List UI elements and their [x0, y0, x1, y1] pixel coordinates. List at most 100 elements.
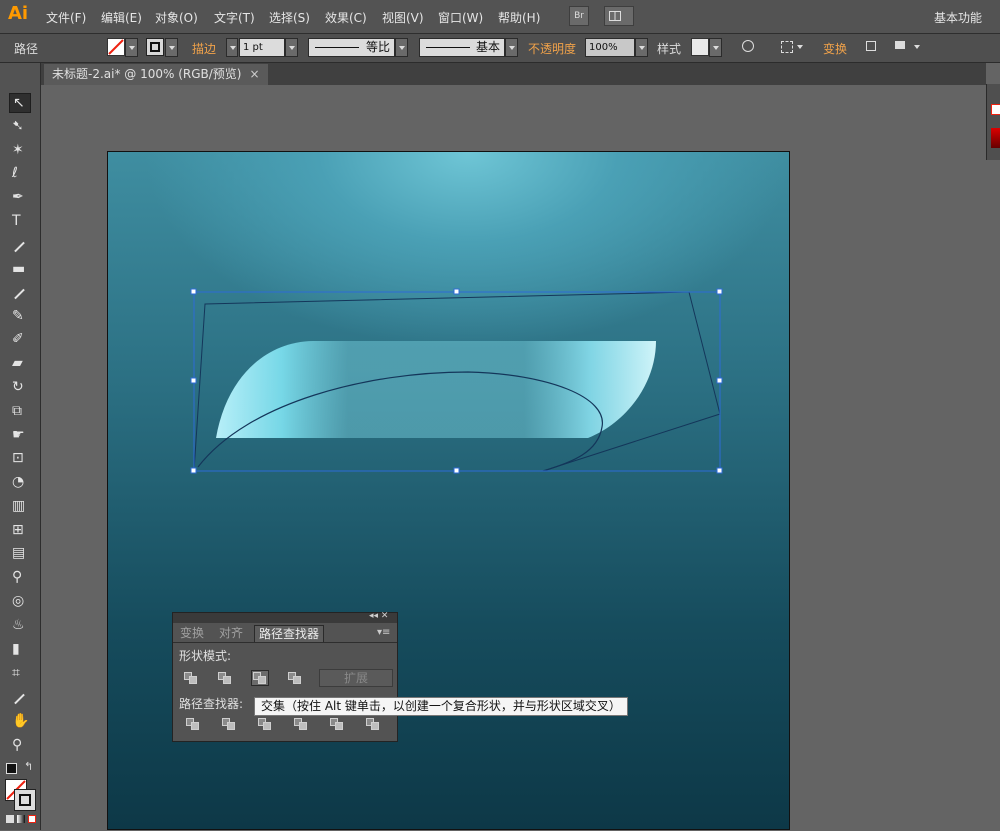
menu-edit[interactable]: 编辑(E): [101, 9, 142, 26]
stroke-weight-input[interactable]: 1 pt: [239, 38, 285, 57]
eraser-tool[interactable]: ▰: [9, 354, 31, 374]
warp-icon: ☛: [12, 427, 25, 443]
symbol-sprayer-tool[interactable]: ♨: [9, 616, 31, 636]
blend-tool[interactable]: ◎: [9, 592, 31, 612]
hand-icon: ✋: [12, 713, 30, 729]
recolor-artwork-icon[interactable]: [740, 38, 758, 56]
direct-selection-tool[interactable]: ➷: [9, 117, 31, 137]
stroke-swatch[interactable]: [146, 38, 164, 56]
slice-tool[interactable]: [9, 688, 31, 708]
trim-button[interactable]: [221, 717, 237, 731]
free-transform-tool[interactable]: ⊡: [9, 449, 31, 469]
crop-button[interactable]: [293, 717, 309, 731]
paintbrush-tool[interactable]: [9, 283, 31, 303]
close-tab-icon[interactable]: ×: [250, 67, 260, 81]
menu-effect[interactable]: 效果(C): [325, 9, 367, 26]
merge-button[interactable]: [257, 717, 273, 731]
opacity-input[interactable]: 100%: [585, 38, 635, 57]
pen-tool[interactable]: ✒: [9, 188, 31, 208]
stroke-color-box[interactable]: [14, 789, 36, 811]
bridge-button[interactable]: Br: [569, 6, 589, 26]
fill-swatch[interactable]: [107, 38, 125, 56]
variable-width-profile[interactable]: 等比: [308, 38, 395, 57]
exclude-button[interactable]: [287, 671, 303, 685]
menu-view[interactable]: 视图(V): [382, 9, 424, 26]
stroke-dropdown[interactable]: [165, 38, 178, 57]
swatch-panel-icon[interactable]: [991, 128, 1000, 148]
menu-object[interactable]: 对象(O): [155, 9, 198, 26]
transform-label[interactable]: 变换: [823, 40, 847, 57]
selection-tool[interactable]: ↖: [9, 93, 31, 113]
scale-tool[interactable]: ⧉: [9, 402, 31, 422]
unite-button[interactable]: [183, 671, 199, 685]
swap-colors-icon[interactable]: ↰: [24, 760, 33, 773]
panel-menu-icon[interactable]: ▾≡: [377, 625, 390, 641]
type-tool[interactable]: T: [9, 212, 31, 232]
tab-transform[interactable]: 变换: [180, 625, 204, 641]
opacity-label[interactable]: 不透明度: [528, 40, 576, 57]
zoom-tool[interactable]: ⚲: [9, 736, 31, 756]
workspace-switcher[interactable]: 基本功能: [934, 9, 982, 26]
control-panel-menu[interactable]: [911, 38, 924, 57]
menu-select[interactable]: 选择(S): [269, 9, 310, 26]
control-bar: 路径 描边 1 pt 等比 基本 不透明度 100% 样式 变换: [0, 34, 1000, 63]
mesh-tool[interactable]: ⊞: [9, 521, 31, 541]
graphic-style-swatch[interactable]: [691, 38, 709, 56]
eyedropper-tool[interactable]: ⚲: [9, 568, 31, 588]
align-options-dropdown[interactable]: [794, 38, 807, 57]
menu-type[interactable]: 文字(T): [214, 9, 255, 26]
profile-label: 等比: [365, 40, 390, 54]
gradient-tool[interactable]: ▤: [9, 544, 31, 564]
pencil-tool[interactable]: ✎: [9, 307, 31, 327]
blob-brush-tool[interactable]: ✐: [9, 330, 31, 350]
graphic-style-dropdown[interactable]: [709, 38, 722, 57]
intersect-button[interactable]: [251, 670, 269, 686]
default-colors-icon[interactable]: [6, 763, 17, 774]
outline-button[interactable]: [329, 717, 345, 731]
perspective-grid-tool[interactable]: ▥: [9, 497, 31, 517]
color-panel-icon[interactable]: [991, 104, 1000, 115]
column-graph-tool[interactable]: ▮: [9, 640, 31, 660]
lasso-tool[interactable]: ℓ: [9, 164, 31, 184]
tab-align[interactable]: 对齐: [219, 625, 243, 641]
capsule-shape[interactable]: [216, 341, 656, 438]
color-mode-icon[interactable]: [6, 815, 14, 823]
line-tool[interactable]: [9, 236, 31, 256]
warp-tool[interactable]: ☛: [9, 426, 31, 446]
options-flag-icon[interactable]: [893, 38, 911, 56]
isolate-icon[interactable]: [863, 38, 881, 56]
rotate-tool[interactable]: ↻: [9, 378, 31, 398]
arrange-documents-button[interactable]: [604, 6, 634, 26]
magic-wand-tool[interactable]: ✶: [9, 141, 31, 161]
stroke-label[interactable]: 描边: [192, 40, 216, 57]
stroke-weight-stepper[interactable]: [226, 38, 238, 57]
menu-file[interactable]: 文件(F): [46, 9, 86, 26]
brush-dropdown[interactable]: [505, 38, 518, 57]
stroke-weight-dropdown[interactable]: [285, 38, 298, 57]
tab-pathfinder[interactable]: 路径查找器: [254, 625, 325, 642]
divide-button[interactable]: [185, 717, 201, 731]
minus-front-button[interactable]: [217, 671, 233, 685]
minus-back-button[interactable]: [365, 717, 381, 731]
menu-window[interactable]: 窗口(W): [438, 9, 483, 26]
fill-dropdown[interactable]: [125, 38, 138, 57]
hand-tool[interactable]: ✋: [9, 712, 31, 732]
opacity-dropdown[interactable]: [635, 38, 648, 57]
gradient-mode-icon[interactable]: [17, 815, 25, 823]
arrange-documents-icon: [609, 11, 621, 21]
rectangle-tool[interactable]: ▬: [9, 260, 31, 280]
profile-dropdown[interactable]: [395, 38, 408, 57]
shape-builder-tool[interactable]: ◔: [9, 473, 31, 493]
document-tab[interactable]: 未标题-2.ai* @ 100% (RGB/预览) ×: [44, 64, 268, 85]
artboard-tool[interactable]: ⌗: [9, 664, 31, 684]
panel-header[interactable]: ◂◂ ✕: [173, 611, 397, 623]
brush-definition[interactable]: 基本: [419, 38, 505, 57]
pen-icon: ✒: [12, 189, 24, 205]
direct-selection-icon: ➷: [12, 118, 24, 134]
panel-collapse-close[interactable]: ◂◂ ✕: [369, 611, 388, 621]
shape-builder-icon: ◔: [12, 474, 25, 490]
none-mode-icon[interactable]: [28, 815, 36, 823]
column-graph-icon: ▮: [12, 641, 20, 657]
expand-button[interactable]: 扩展: [319, 669, 393, 687]
menu-help[interactable]: 帮助(H): [498, 9, 540, 26]
